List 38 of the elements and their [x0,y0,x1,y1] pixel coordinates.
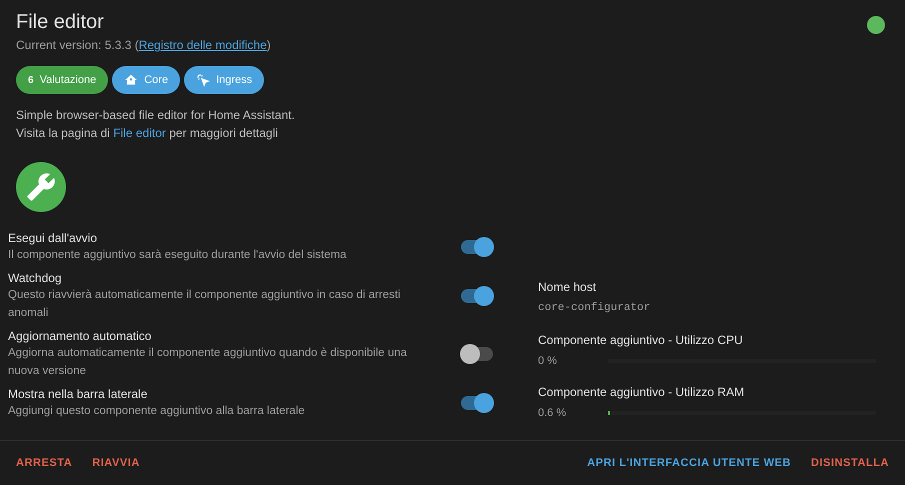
option-title: Mostra nella barra laterale [8,386,148,402]
toggle-switch[interactable] [461,396,493,410]
rating-chip[interactable]: 6 Valutazione [16,66,108,94]
rating-number: 6 [28,74,34,88]
wrench-icon [26,172,56,202]
meter-reading: 0 % [538,354,558,368]
version-text: Current version: 5.3.3 (Registro delle modifiche) [16,37,271,54]
chip-label: Ingress [216,72,252,88]
addon-title: File editor [16,10,105,35]
home-icon [124,73,138,87]
toggle-switch[interactable] [461,289,493,303]
toggle-switch[interactable] [461,240,493,254]
option-description: Aggiorna automaticamente il componente aggiuntivo quando è disponibile una nuova versione [8,346,408,379]
info-chip[interactable]: Core [112,66,180,94]
cursor-click-icon [196,73,210,87]
option-title: Watchdog [8,270,63,286]
details-text: Visita la pagina di File editor per maggiori dettagli [16,125,279,142]
option-description: Questo riavvierà automaticamente il componente aggiuntivo in caso di arresti anomali [8,288,402,321]
file-editor-link[interactable]: File editor [113,126,166,140]
footer-action[interactable]: ARRESTA [8,446,80,480]
option-description: Aggiungi questo componente aggiuntivo alla barra laterale [8,404,306,419]
hostname-value: core-configurator [538,301,652,316]
changelog-link[interactable]: Registro delle modifiche [138,38,267,52]
footer-action[interactable]: DISINSTALLA [803,446,897,480]
toggle-switch[interactable] [461,347,493,361]
info-chip[interactable]: Ingress [184,66,264,94]
meter-label: Componente aggiuntivo - Utilizzo RAM [538,384,746,401]
hostname-label: Nome host [538,279,598,296]
chip-label: Valutazione [40,72,96,88]
option-description: Il componente aggiuntivo sarà eseguito durante l'avvio del sistema [8,248,348,263]
option-title: Aggiornamento automatico [8,328,152,344]
option-title: Esegui dall'avvio [8,230,98,246]
meter-label: Componente aggiuntivo - Utilizzo CPU [538,332,744,348]
description-text: Simple browser-based file editor for Home Assistant. [16,107,296,124]
footer-action[interactable]: RIAVVIA [84,446,148,480]
meter-reading: 0.6 % [538,406,568,421]
footer-action[interactable]: APRI L'INTERFACCIA UTENTE WEB [579,446,800,480]
chip-label: Core [144,72,168,88]
